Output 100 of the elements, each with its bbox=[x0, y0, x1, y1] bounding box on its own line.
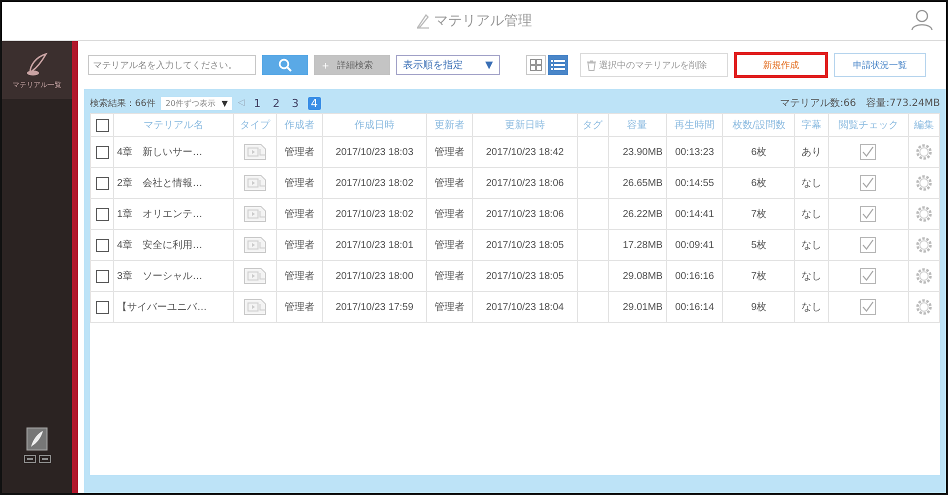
application-status-button[interactable]: 申請状況一覧 bbox=[834, 53, 926, 77]
table-cell: 管理者 bbox=[276, 168, 322, 198]
list-icon bbox=[551, 59, 565, 71]
sort-select[interactable]: 表示順を指定 ▼ bbox=[396, 55, 500, 75]
table-cell: 2017/10/23 18:06 bbox=[472, 198, 578, 230]
table-cell: 6枚 bbox=[722, 168, 795, 198]
table-cell: 2017/10/23 18:00 bbox=[322, 260, 427, 292]
gear-icon[interactable] bbox=[915, 236, 934, 254]
grid-icon bbox=[530, 59, 542, 71]
table-cell: 17.28MB bbox=[608, 230, 666, 260]
column-header: 再生時間 bbox=[666, 114, 723, 136]
table-cell: 2017/10/23 18:42 bbox=[472, 136, 578, 168]
per-page-select[interactable]: 20件ずつ表示 ▼ bbox=[161, 96, 232, 110]
table-cell: 00:14:41 bbox=[666, 198, 723, 230]
list-view-button[interactable] bbox=[548, 55, 568, 75]
gear-icon[interactable] bbox=[915, 267, 934, 285]
page-link[interactable]: 1 bbox=[250, 96, 264, 110]
table-cell: 00:13:23 bbox=[666, 136, 723, 168]
table-cell: なし bbox=[794, 198, 828, 230]
table-cell: 管理者 bbox=[276, 260, 322, 292]
table-cell: あり bbox=[794, 136, 828, 168]
table-cell: 3章 ソーシャル… bbox=[114, 260, 234, 292]
search-field[interactable]: マテリアル名を入力してください。 bbox=[88, 55, 256, 75]
table-cell: 2017/10/23 18:05 bbox=[472, 260, 578, 292]
column-header: マテリアル名 bbox=[114, 114, 234, 136]
column-header: 作成日時 bbox=[322, 114, 427, 136]
table-cell: 2017/10/23 18:02 bbox=[322, 198, 427, 230]
table-cell: なし bbox=[794, 292, 828, 322]
table-cell: 4章 新しいサー… bbox=[114, 136, 234, 168]
row-checkbox[interactable] bbox=[96, 208, 108, 220]
table-cell: 管理者 bbox=[276, 136, 322, 168]
viewed-checkbox[interactable] bbox=[860, 175, 876, 191]
trash-icon bbox=[587, 60, 596, 70]
table-cell: 【サイバーユニバ… bbox=[114, 292, 234, 322]
table-cell: 管理者 bbox=[426, 168, 473, 198]
table-cell: なし bbox=[794, 168, 828, 198]
row-checkbox[interactable] bbox=[96, 300, 108, 314]
column-header: 編集 bbox=[908, 114, 940, 136]
column-header: 枚数/設問数 bbox=[722, 114, 795, 136]
column-header: 容量 bbox=[608, 114, 666, 136]
gear-icon[interactable] bbox=[915, 205, 934, 223]
table-cell: 7枚 bbox=[722, 260, 795, 292]
row-checkbox[interactable] bbox=[96, 146, 108, 158]
table-cell: 2017/10/23 18:04 bbox=[472, 292, 578, 322]
table-cell: 29.01MB bbox=[608, 292, 666, 322]
result-count: 検索結果：66件 bbox=[90, 98, 156, 110]
table-cell: 26.65MB bbox=[608, 168, 666, 198]
viewed-checkbox[interactable] bbox=[860, 299, 876, 315]
table-cell: なし bbox=[794, 230, 828, 260]
search-icon bbox=[278, 58, 292, 72]
table-cell: 00:14:55 bbox=[666, 168, 723, 198]
table-cell: 管理者 bbox=[426, 230, 473, 260]
gear-icon[interactable] bbox=[915, 174, 934, 192]
column-header: 閲覧チェック bbox=[828, 114, 909, 136]
column-header: 字幕 bbox=[794, 114, 828, 136]
page-link[interactable]: 4 bbox=[308, 96, 321, 110]
table-cell: 2017/10/23 18:03 bbox=[322, 136, 427, 168]
column-header: 更新日時 bbox=[472, 114, 578, 136]
table-cell: 6枚 bbox=[722, 136, 795, 168]
advanced-search-button[interactable]: ＋ 詳細検索 bbox=[314, 55, 390, 75]
pen-icon bbox=[416, 13, 430, 29]
viewed-checkbox[interactable] bbox=[860, 206, 876, 222]
viewed-checkbox[interactable] bbox=[860, 237, 876, 253]
viewed-checkbox[interactable] bbox=[860, 144, 876, 160]
gear-icon[interactable] bbox=[915, 298, 934, 316]
video-file-icon bbox=[244, 299, 266, 315]
row-checkbox[interactable] bbox=[96, 270, 108, 282]
user-icon[interactable] bbox=[910, 9, 934, 31]
gear-icon[interactable] bbox=[915, 143, 934, 161]
table-cell: 26.22MB bbox=[608, 198, 666, 230]
new-button[interactable]: 新規作成 bbox=[734, 52, 828, 78]
video-file-icon bbox=[244, 237, 266, 253]
column-header: タグ bbox=[577, 114, 608, 136]
row-checkbox[interactable] bbox=[96, 176, 108, 190]
page-link[interactable]: 2 bbox=[270, 96, 283, 110]
table-cell: 2章 会社と情報… bbox=[114, 168, 234, 198]
video-file-icon bbox=[244, 175, 266, 191]
table-cell: 9枚 bbox=[722, 292, 795, 322]
table-cell: 管理者 bbox=[426, 260, 473, 292]
table-cell: 2017/10/23 18:02 bbox=[322, 168, 427, 198]
table-cell: 4章 安全に利用… bbox=[114, 230, 234, 260]
page-link[interactable]: 3 bbox=[288, 96, 302, 110]
search-button[interactable] bbox=[262, 55, 308, 75]
grid-view-button[interactable] bbox=[526, 55, 546, 75]
row-checkbox[interactable] bbox=[96, 238, 108, 252]
feather-icon[interactable] bbox=[26, 427, 48, 451]
viewed-checkbox[interactable] bbox=[860, 268, 876, 284]
column-header: 作成者 bbox=[276, 114, 322, 136]
column-header: 更新者 bbox=[426, 114, 473, 136]
table-cell: 00:16:16 bbox=[666, 260, 723, 292]
table-cell: 管理者 bbox=[426, 198, 473, 230]
table-cell: 23.90MB bbox=[608, 136, 666, 168]
page-title: マテリアル管理 bbox=[434, 12, 532, 30]
table-cell: 管理者 bbox=[426, 292, 473, 322]
select-all-checkbox[interactable] bbox=[96, 118, 108, 132]
summary-text: マテリアル数:66 容量:773.24MB bbox=[780, 96, 940, 110]
table-cell: 管理者 bbox=[276, 292, 322, 322]
table-cell: 2017/10/23 17:59 bbox=[322, 292, 427, 322]
table-cell: 2017/10/23 18:05 bbox=[472, 230, 578, 260]
table-cell: 管理者 bbox=[276, 230, 322, 260]
